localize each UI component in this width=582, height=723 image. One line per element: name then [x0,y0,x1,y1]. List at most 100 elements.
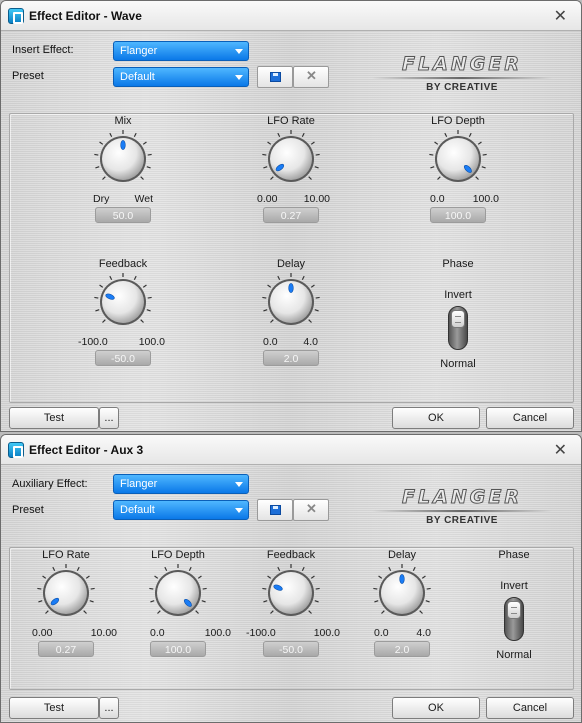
knob-min-label: 0.0 [263,336,278,348]
lfo-depth-knob[interactable] [428,129,488,189]
knob-max-label: 100.0 [138,336,165,348]
knob-tick [381,610,385,614]
title-bar[interactable]: Effect Editor - Wave ✕ [1,1,581,31]
knob-tick [188,566,192,571]
knob-tick [147,153,152,156]
knob-tick [267,284,272,288]
knob-tick [434,141,439,145]
knob-value-readout[interactable]: 0.27 [38,641,94,657]
knob-body [270,572,312,614]
knob-tick [263,600,268,603]
delay-knob[interactable] [261,272,321,332]
ok-button[interactable]: OK [392,407,480,429]
knob-min-label: -100.0 [246,627,276,639]
logo-byline: BY CREATIVE [426,515,498,526]
knob-tick [262,587,267,590]
knob-tick [76,566,80,571]
knob-tick [301,132,305,137]
close-icon[interactable]: ✕ [554,6,567,26]
lfo-depth-knob[interactable] [148,563,208,623]
mix-knob[interactable] [93,129,153,189]
knob-value-readout[interactable]: 2.0 [263,350,319,366]
test-options-button[interactable]: ... [99,697,119,719]
knob-max-label: 10.00 [90,627,117,639]
knob-value-readout[interactable]: 50.0 [95,207,151,223]
test-button[interactable]: Test [9,697,99,719]
knob-tick [315,153,320,156]
feedback-knob[interactable] [261,563,321,623]
delay-knob[interactable] [372,563,432,623]
preset-dropdown[interactable]: Default [113,500,249,520]
knob-value-readout[interactable]: 100.0 [150,641,206,657]
knob-value-readout[interactable]: 100.0 [430,207,486,223]
knob-tick [42,575,47,579]
switch-thumb [507,601,521,619]
logo-divider [372,77,552,79]
knob-tick [429,153,434,156]
auxiliary-effect-value: Flanger [120,478,158,490]
knob-tick [90,587,95,590]
knob-tick [146,309,151,312]
knob-tick [262,296,267,299]
cancel-button[interactable]: Cancel [486,697,574,719]
phase-toggle-switch[interactable] [448,306,468,350]
phase-invert-label: Invert [500,580,528,592]
window-title: Effect Editor - Aux 3 [29,443,144,457]
test-options-button[interactable]: ... [99,407,119,429]
lfo-rate-knob[interactable] [36,563,96,623]
preset-value: Default [120,504,155,516]
lfo-rate-knob[interactable] [261,129,321,189]
auxiliary-effect-dropdown[interactable]: Flanger [113,474,249,494]
knob-graphic [37,564,95,616]
knob-graphic [262,130,320,182]
knob-body [102,281,144,323]
knob-value-readout[interactable]: -50.0 [95,350,151,366]
ok-button[interactable]: OK [392,697,480,719]
knob-tick [315,296,320,299]
phase-toggle-switch[interactable] [504,597,524,641]
insert-effect-dropdown[interactable]: Flanger [113,41,249,61]
knob-tick [308,176,312,180]
knob-graphic [373,564,431,616]
cancel-button[interactable]: Cancel [486,407,574,429]
knob-graphic [94,273,152,325]
knob-tick [154,575,159,579]
knob-tick [430,166,435,169]
knob-min-label: 0.00 [32,627,53,639]
test-button[interactable]: Test [9,407,99,429]
insert-effect-value: Flanger [120,45,158,57]
knob-tick [310,141,315,145]
knob-tick [310,575,315,579]
knob-label: Feedback [266,549,316,561]
knob-tick [270,610,274,614]
knob-tick [270,319,274,323]
knob-min-label: 0.0 [430,193,445,205]
delete-preset-button[interactable]: ✕ [293,66,329,88]
knob-tick [37,587,42,590]
knob-tick [102,176,106,180]
chevron-down-icon [235,482,243,487]
preset-dropdown[interactable]: Default [113,67,249,87]
knob-tick [301,275,305,280]
knob-tick [412,566,416,571]
delete-preset-button[interactable]: ✕ [293,499,329,521]
phase-normal-label: Normal [496,649,532,661]
knob-tick [150,600,155,603]
preset-label: Preset [12,504,44,516]
knob-tick [94,296,99,299]
knob-tick [146,166,151,169]
switch-thumb [451,310,465,328]
save-preset-button[interactable] [257,499,293,521]
knob-tick [378,575,383,579]
feedback-knob[interactable] [93,272,153,332]
knob-value-readout[interactable]: 2.0 [374,641,430,657]
knob-tick [94,153,99,156]
title-bar[interactable]: Effect Editor - Aux 3 ✕ [1,435,581,465]
knob-tick [195,610,199,614]
knob-tick [99,284,104,288]
knob-value-readout[interactable]: 0.27 [263,207,319,223]
close-icon[interactable]: ✕ [554,440,567,460]
knob-label: Feedback [98,258,148,270]
knob-value-readout[interactable]: -50.0 [263,641,319,657]
save-preset-button[interactable] [257,66,293,88]
